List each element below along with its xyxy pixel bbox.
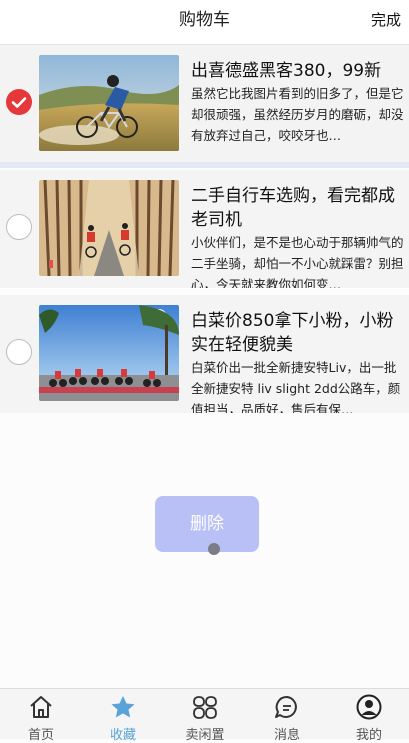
item-image-group-ride[interactable] bbox=[39, 305, 179, 401]
item-title[interactable]: 白菜价850拿下小粉，小粉实在轻便貌美 bbox=[191, 309, 405, 357]
done-button[interactable]: 完成 bbox=[371, 0, 401, 40]
checkmark-icon bbox=[11, 97, 27, 108]
bottom-tab-bar: 首页 收藏 卖闲置 消息 我的 bbox=[0, 688, 409, 743]
page-title: 购物车 bbox=[179, 10, 230, 30]
user-icon bbox=[356, 694, 382, 720]
item-title[interactable]: 二手自行车选购，看完都成老司机 bbox=[191, 184, 405, 232]
tab-label: 我的 bbox=[355, 728, 382, 743]
checkbox-unchecked[interactable] bbox=[6, 214, 32, 240]
cart-item[interactable]: 出喜德盛黑客380，99新 虽然它比我图片看到的旧多了，但是它却很顽强，虽然经历… bbox=[0, 45, 409, 163]
checkbox-checked[interactable] bbox=[6, 89, 32, 115]
item-description: 白菜价出一批全新捷安特Liv，出一批全新捷安特 liv slight 2dd公路… bbox=[191, 360, 401, 413]
touch-cursor-indicator bbox=[208, 543, 220, 555]
item-title[interactable]: 出喜德盛黑客380，99新 bbox=[191, 59, 405, 83]
item-image-forest-road-cyclists[interactable] bbox=[39, 180, 179, 276]
cart-list: 出喜德盛黑客380，99新 虽然它比我图片看到的旧多了，但是它却很顽强，虽然经历… bbox=[0, 45, 409, 420]
item-image-cyclist-field[interactable] bbox=[39, 55, 179, 151]
tab-label: 消息 bbox=[273, 728, 300, 743]
item-description: 虽然它比我图片看到的旧多了，但是它却很顽强，虽然经历岁月的磨砺，却没有放弃过自己… bbox=[191, 86, 404, 143]
item-description: 小伙伴们，是不是也心动于那辆帅气的二手坐骑，却怕一不小心就踩雷？别担心，今天就来… bbox=[191, 235, 404, 288]
home-icon bbox=[30, 696, 52, 718]
selection-divider bbox=[0, 162, 409, 168]
tab-label: 卖闲置 bbox=[185, 728, 225, 743]
tab-home[interactable]: 首页 bbox=[0, 689, 82, 743]
delete-button[interactable]: 删除 bbox=[155, 496, 259, 552]
tab-messages[interactable]: 消息 bbox=[246, 689, 328, 743]
message-icon bbox=[275, 695, 297, 718]
top-bar: 购物车 完成 bbox=[0, 0, 409, 45]
checkbox-unchecked[interactable] bbox=[6, 339, 32, 365]
cart-item[interactable]: 白菜价850拿下小粉，小粉实在轻便貌美 白菜价出一批全新捷安特Liv，出一批全新… bbox=[0, 295, 409, 413]
tab-label: 首页 bbox=[27, 728, 54, 743]
tab-sell[interactable]: 卖闲置 bbox=[164, 689, 246, 743]
tab-profile[interactable]: 我的 bbox=[328, 689, 409, 743]
grid-icon bbox=[193, 696, 217, 719]
tab-favorites[interactable]: 收藏 bbox=[82, 689, 164, 743]
tab-label: 收藏 bbox=[109, 728, 136, 743]
star-icon bbox=[111, 696, 135, 718]
cart-item[interactable]: 二手自行车选购，看完都成老司机 小伙伴们，是不是也心动于那辆帅气的二手坐骑，却怕… bbox=[0, 170, 409, 288]
